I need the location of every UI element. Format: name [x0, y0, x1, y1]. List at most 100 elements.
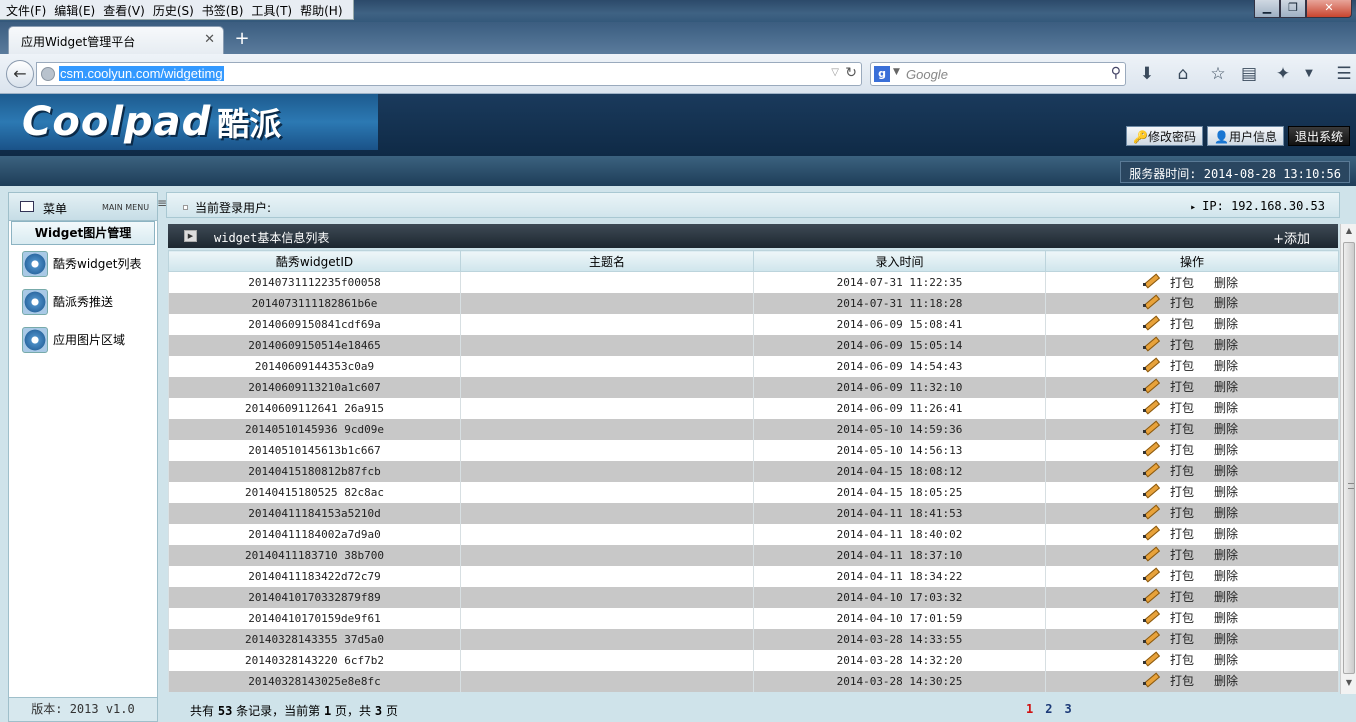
addon-icon[interactable]: ✦ — [1272, 64, 1294, 84]
edit-pencil-icon[interactable] — [1142, 334, 1158, 350]
delete-link[interactable]: 删除 — [1214, 317, 1238, 331]
pack-link[interactable]: 打包 — [1170, 674, 1194, 688]
pack-link[interactable]: 打包 — [1170, 338, 1194, 352]
menu-edit[interactable]: 编辑(E) — [52, 1, 101, 18]
menu-tools[interactable]: 工具(T) — [249, 1, 298, 18]
edit-pencil-icon[interactable] — [1142, 481, 1158, 497]
menu-history[interactable]: 历史(S) — [151, 1, 200, 18]
add-button[interactable]: +添加 — [1273, 228, 1310, 247]
bookmark-star-icon[interactable]: ☆ — [1207, 64, 1229, 84]
pack-link[interactable]: 打包 — [1170, 317, 1194, 331]
delete-link[interactable]: 删除 — [1214, 296, 1238, 310]
delete-link[interactable]: 删除 — [1214, 674, 1238, 688]
pack-link[interactable]: 打包 — [1170, 548, 1194, 562]
delete-link[interactable]: 删除 — [1214, 611, 1238, 625]
menu-help[interactable]: 帮助(H) — [298, 1, 348, 18]
edit-pencil-icon[interactable] — [1142, 271, 1158, 287]
delete-link[interactable]: 删除 — [1214, 632, 1238, 646]
user-info-button[interactable]: 👤用户信息 — [1207, 126, 1284, 146]
pack-link[interactable]: 打包 — [1170, 422, 1194, 436]
sidebar-item-coolpad-show-push[interactable]: 酷派秀推送 — [9, 289, 157, 327]
edit-pencil-icon[interactable] — [1142, 586, 1158, 602]
search-icon[interactable]: ⚲ — [1111, 65, 1121, 81]
menu-view[interactable]: 查看(V) — [101, 1, 151, 18]
edit-pencil-icon[interactable] — [1142, 439, 1158, 455]
column-header-id[interactable]: 酷秀widgetID — [168, 250, 461, 272]
delete-link[interactable]: 删除 — [1214, 276, 1238, 290]
delete-link[interactable]: 删除 — [1214, 338, 1238, 352]
edit-pencil-icon[interactable] — [1142, 544, 1158, 560]
delete-link[interactable]: 删除 — [1214, 443, 1238, 457]
edit-pencil-icon[interactable] — [1142, 607, 1158, 623]
delete-link[interactable]: 删除 — [1214, 590, 1238, 604]
site-identity-icon[interactable] — [41, 67, 55, 81]
addon-dropdown-icon[interactable]: ▼ — [1298, 68, 1320, 79]
column-header-time[interactable]: 录入时间 — [753, 250, 1046, 272]
home-icon[interactable]: ⌂ — [1172, 64, 1194, 84]
url-dropdown-icon[interactable]: ▽ — [831, 67, 839, 78]
pack-link[interactable]: 打包 — [1170, 443, 1194, 457]
menu-bookmarks[interactable]: 书签(B) — [200, 1, 250, 18]
google-engine-icon[interactable]: g — [874, 66, 890, 82]
vertical-scrollbar[interactable]: ▲ ▼ — [1340, 224, 1356, 694]
edit-pencil-icon[interactable] — [1142, 397, 1158, 413]
page-link-1[interactable]: 1 — [1026, 702, 1033, 716]
pack-link[interactable]: 打包 — [1170, 653, 1194, 667]
pack-link[interactable]: 打包 — [1170, 485, 1194, 499]
delete-link[interactable]: 删除 — [1214, 485, 1238, 499]
edit-pencil-icon[interactable] — [1142, 502, 1158, 518]
pack-link[interactable]: 打包 — [1170, 359, 1194, 373]
delete-link[interactable]: 删除 — [1214, 569, 1238, 583]
edit-pencil-icon[interactable] — [1142, 628, 1158, 644]
delete-link[interactable]: 删除 — [1214, 548, 1238, 562]
scroll-up-icon[interactable]: ▲ — [1342, 226, 1356, 240]
edit-pencil-icon[interactable] — [1142, 376, 1158, 392]
column-header-theme[interactable]: 主题名 — [460, 250, 754, 272]
pack-link[interactable]: 打包 — [1170, 569, 1194, 583]
download-icon[interactable]: ⬇ — [1136, 64, 1158, 84]
pack-link[interactable]: 打包 — [1170, 611, 1194, 625]
engine-dropdown-icon[interactable]: ▼ — [893, 67, 900, 77]
menu-file[interactable]: 文件(F) — [4, 1, 52, 18]
edit-pencil-icon[interactable] — [1142, 313, 1158, 329]
edit-pencil-icon[interactable] — [1142, 523, 1158, 539]
pack-link[interactable]: 打包 — [1170, 590, 1194, 604]
new-tab-button[interactable]: + — [232, 28, 252, 49]
sidebar-item-coolshow-widget-list[interactable]: 酷秀widget列表 — [9, 251, 157, 289]
close-tab-icon[interactable]: ✕ — [204, 32, 215, 47]
pack-link[interactable]: 打包 — [1170, 380, 1194, 394]
address-bar[interactable]: csm.coolyun.com/widgetimg ▽ ↻ — [36, 62, 862, 86]
page-link-3[interactable]: 3 — [1064, 702, 1071, 716]
delete-link[interactable]: 删除 — [1214, 359, 1238, 373]
maximize-button[interactable]: ❐ — [1280, 0, 1306, 18]
edit-pencil-icon[interactable] — [1142, 418, 1158, 434]
edit-pencil-icon[interactable] — [1142, 565, 1158, 581]
delete-link[interactable]: 删除 — [1214, 653, 1238, 667]
back-button[interactable]: ← — [6, 60, 34, 88]
delete-link[interactable]: 删除 — [1214, 401, 1238, 415]
edit-pencil-icon[interactable] — [1142, 649, 1158, 665]
pack-link[interactable]: 打包 — [1170, 464, 1194, 478]
pack-link[interactable]: 打包 — [1170, 296, 1194, 310]
menu-section-widget-images[interactable]: Widget图片管理 — [11, 221, 155, 245]
page-link-2[interactable]: 2 — [1045, 702, 1052, 716]
change-password-button[interactable]: 🔑修改密码 — [1126, 126, 1204, 146]
url-text[interactable]: csm.coolyun.com/widgetimg — [59, 66, 224, 81]
browser-tab[interactable]: 应用Widget管理平台 ✕ — [8, 26, 224, 54]
pack-link[interactable]: 打包 — [1170, 401, 1194, 415]
minimize-button[interactable]: ▁ — [1254, 0, 1280, 18]
close-window-button[interactable]: ✕ — [1306, 0, 1352, 18]
scroll-thumb[interactable] — [1343, 242, 1355, 674]
search-bar[interactable]: g ▼ Google ⚲ — [870, 62, 1126, 86]
pack-link[interactable]: 打包 — [1170, 506, 1194, 520]
pack-link[interactable]: 打包 — [1170, 527, 1194, 541]
sidebar-item-app-image-area[interactable]: 应用图片区域 — [9, 327, 157, 365]
delete-link[interactable]: 删除 — [1214, 422, 1238, 436]
pack-link[interactable]: 打包 — [1170, 632, 1194, 646]
delete-link[interactable]: 删除 — [1214, 464, 1238, 478]
bookmarks-list-icon[interactable]: ▤ — [1238, 64, 1260, 84]
edit-pencil-icon[interactable] — [1142, 460, 1158, 476]
delete-link[interactable]: 删除 — [1214, 527, 1238, 541]
delete-link[interactable]: 删除 — [1214, 506, 1238, 520]
logout-button[interactable]: 退出系统 — [1287, 126, 1350, 146]
